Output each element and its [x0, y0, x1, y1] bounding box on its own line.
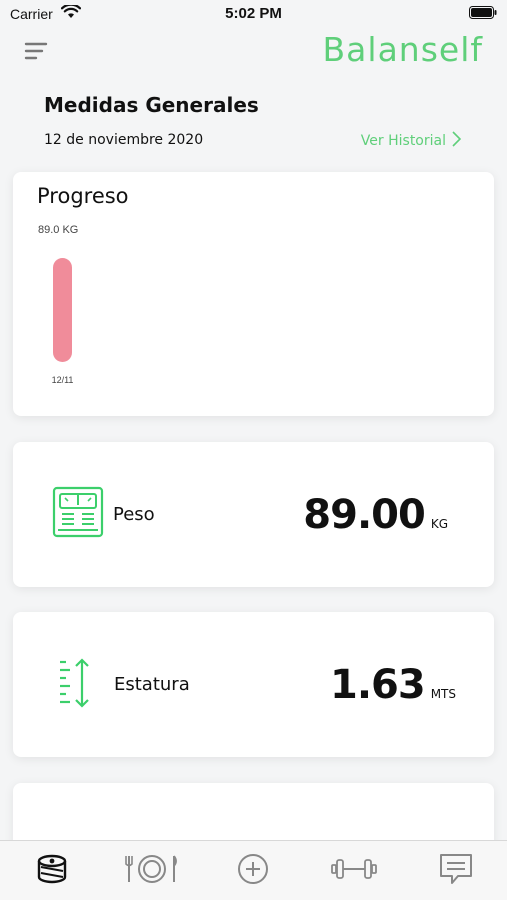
chart-tick-label: 12/11 [52, 375, 74, 385]
progress-title: Progreso [37, 184, 129, 208]
height-label: Estatura [114, 674, 190, 695]
height-value-group: 1.63 MTS [330, 662, 456, 708]
add-circle-icon [237, 853, 269, 889]
weight-label: Peso [113, 504, 155, 525]
progress-chart: 12/11 89.0 KG [38, 224, 78, 385]
height-unit: MTS [430, 687, 456, 701]
tab-messages[interactable] [436, 853, 476, 889]
height-card[interactable]: Estatura 1.63 MTS [13, 612, 494, 757]
weight-value-group: 89.00 KG [303, 492, 448, 538]
progress-card: Progreso 12/11 89.0 KG [13, 172, 494, 416]
brand-logo: Balanself [322, 30, 483, 69]
page-date: 12 de noviembre 2020 [44, 132, 204, 148]
tab-add[interactable] [233, 853, 273, 889]
tab-nutrition[interactable] [125, 853, 177, 889]
history-link[interactable]: Ver Historial [360, 131, 462, 151]
weight-scale-icon [52, 486, 106, 540]
history-link-label: Ver Historial [360, 133, 446, 149]
tab-measurements[interactable] [32, 853, 72, 889]
plate-cutlery-icon [125, 853, 179, 889]
chevron-right-icon [452, 131, 462, 151]
status-time: 5:02 PM [225, 5, 282, 22]
weight-unit: KG [430, 517, 448, 531]
hamburger-menu-icon[interactable] [24, 40, 50, 64]
battery-icon [469, 6, 497, 24]
chart-bar [53, 258, 72, 362]
tab-bar [0, 840, 507, 900]
chart-value-label: 89.0 KG [38, 224, 78, 236]
dumbbell-icon [331, 857, 377, 885]
chat-message-icon [438, 852, 474, 890]
height-ruler-icon [52, 656, 106, 710]
status-bar: Carrier 5:02 PM [0, 0, 507, 28]
page-title: Medidas Generales [44, 93, 259, 117]
measuring-tape-icon [35, 852, 69, 890]
height-value: 1.63 [329, 662, 426, 708]
weight-value: 89.00 [303, 492, 426, 538]
tab-workout[interactable] [331, 853, 377, 889]
weight-card[interactable]: Peso 89.00 KG [13, 442, 494, 587]
